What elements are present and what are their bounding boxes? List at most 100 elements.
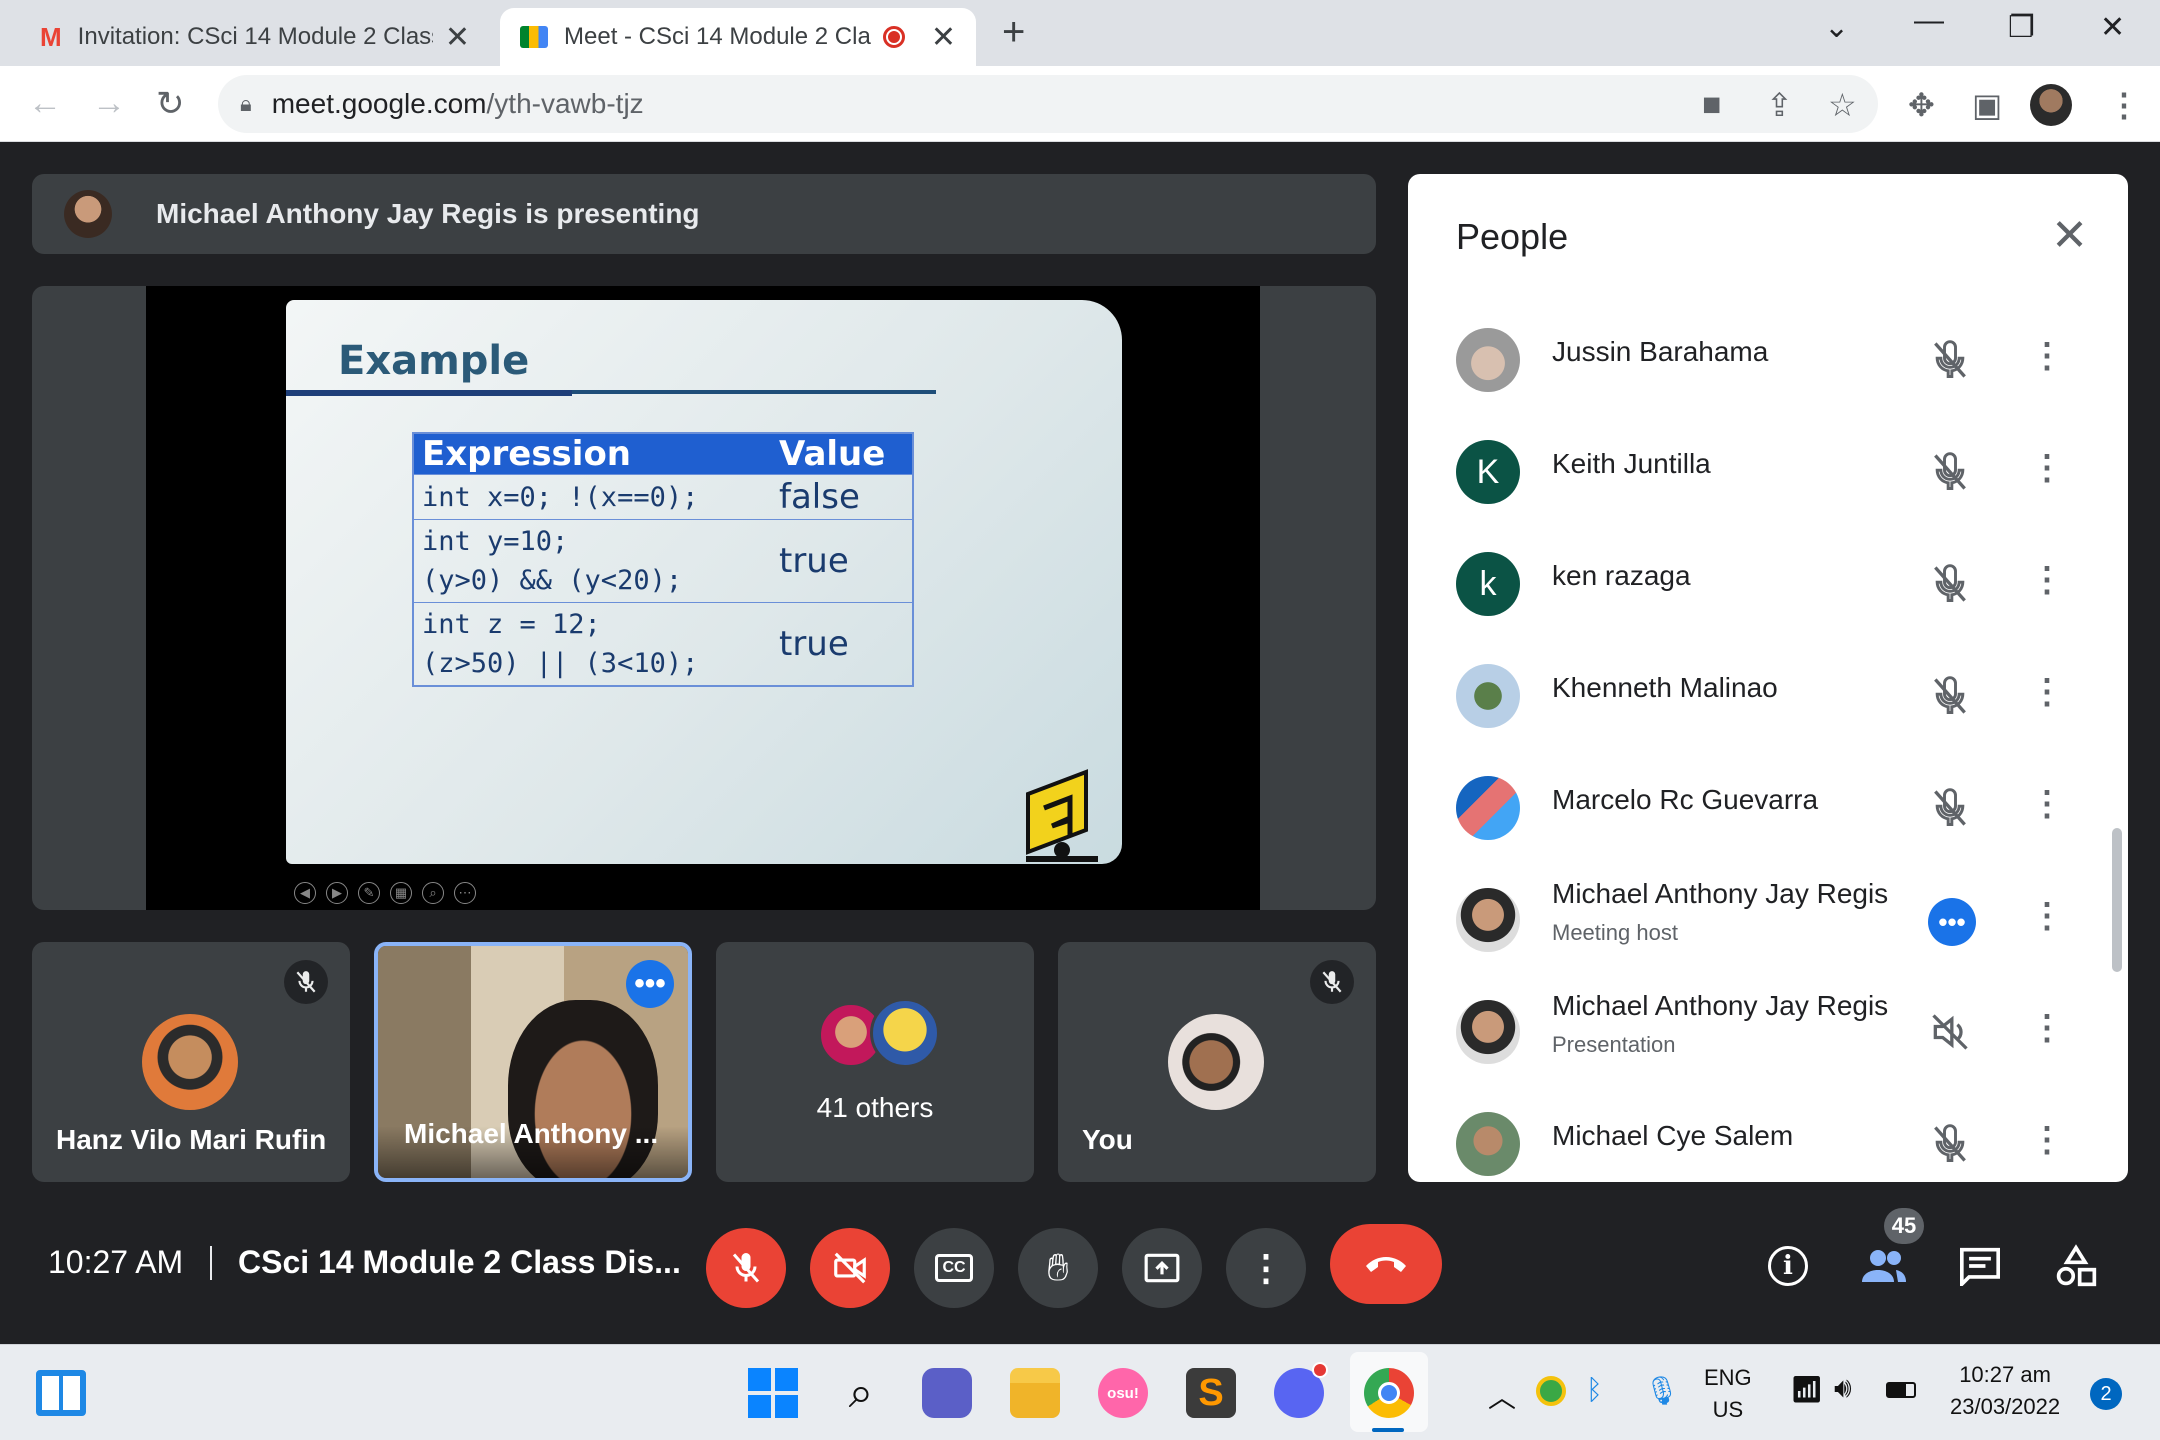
participant-row[interactable]: Jussin Barahama ⋮ [1448,304,2088,416]
more-options-icon[interactable]: ⋮ [2030,1006,2064,1050]
minimize-icon[interactable]: — [1914,4,1944,38]
more-options-icon[interactable]: ⋮ [2030,1118,2064,1162]
captions-button[interactable]: CC [914,1228,994,1308]
close-icon[interactable]: ✕ [2051,210,2088,261]
others-count: 41 others [816,1092,934,1123]
present-now-button[interactable] [1122,1228,1202,1308]
more-options-button[interactable]: ⋮ [1226,1228,1306,1308]
close-tab-icon[interactable]: ✕ [931,20,956,55]
mic-off-icon[interactable] [1928,1122,1972,1166]
chrome-menu-icon[interactable]: ⋮ [2108,86,2140,124]
language-code: ENG [1704,1365,1752,1390]
notification-badge[interactable]: 2 [2090,1378,2122,1410]
mic-toggle-button[interactable] [706,1228,786,1308]
participant-row[interactable]: Marcelo Rc Guevarra ⋮ [1448,752,2088,864]
widgets-icon[interactable] [36,1370,86,1416]
others-tile[interactable]: 41 others [716,942,1034,1182]
start-button[interactable] [748,1368,798,1418]
participant-row[interactable]: Michael Anthony Jay Regis Meeting host •••… [1448,864,2088,976]
zoom-icon[interactable]: ⌕ [422,882,444,904]
raise-hand-button[interactable]: ✋︎ [1018,1228,1098,1308]
more-options-icon[interactable]: ⋮ [2030,446,2064,490]
participant-tile[interactable]: Hanz Vilo Mari Rufin [32,942,350,1182]
teams-chat-icon[interactable] [922,1368,972,1418]
more-options-icon[interactable]: ⋮ [2030,334,2064,378]
previous-slide-icon[interactable]: ◀ [294,882,316,904]
mic-off-icon[interactable] [1928,786,1972,830]
bookmark-star-icon[interactable]: ☆ [1828,86,1857,124]
omnibox[interactable]: 🔒︎ meet.google.com/yth-vawb-tjz [218,75,1878,133]
camera-off-icon [834,1252,866,1284]
participant-row[interactable]: k ken razaga ⋮ [1448,528,2088,640]
column-header: Value [771,433,913,475]
more-options-icon[interactable]: ⋯ [454,882,476,904]
more-options-icon[interactable]: ⋮ [2030,670,2064,714]
tray-overflow-icon[interactable]: ︿ [1488,1376,1516,1416]
more-vert-icon: ⋮ [1248,1247,1284,1288]
file-explorer-icon[interactable] [1010,1368,1060,1418]
tab-search-icon[interactable]: ⌄ [1824,10,1849,45]
sublime-text-icon[interactable]: S [1186,1368,1236,1418]
participant-row[interactable]: Michael Cye Salem ⋮ [1448,1088,2088,1182]
participant-tile-active-speaker[interactable]: ••• Michael Anthony ... [374,942,692,1182]
back-icon[interactable]: ← [28,84,62,123]
leave-call-button[interactable] [1330,1224,1442,1304]
activities-icon [2056,1244,2097,1287]
participant-row[interactable]: Khenneth Malinao ⋮ [1448,640,2088,752]
tab-gmail-invitation[interactable]: M Invitation: CSci 14 Module 2 Class ✕ [20,8,490,66]
scrollbar[interactable] [2112,828,2122,972]
more-options-icon[interactable]: ⋮ [2030,782,2064,826]
system-clock[interactable]: 10:27 am 23/03/2022 [1950,1362,2060,1420]
battery-icon[interactable] [1886,1382,1916,1398]
close-tab-icon[interactable]: ✕ [445,20,470,55]
mic-off-icon[interactable] [1928,338,1972,382]
self-tile[interactable]: You [1058,942,1376,1182]
volume-off-icon[interactable] [1928,1010,1972,1054]
presenting-text: Michael Anthony Jay Regis is presenting [156,198,700,229]
camera-toggle-button[interactable] [810,1228,890,1308]
mic-off-icon[interactable] [1928,674,1972,718]
microphone-icon[interactable]: 🎙︎ [1644,1374,1680,1407]
profile-avatar[interactable] [2030,84,2072,126]
expression-cell: int x=0; !(x==0); [413,474,771,520]
camera-permission-icon[interactable]: ■ [1702,86,1721,123]
speaking-indicator-icon[interactable]: ••• [1928,898,1976,946]
bluetooth-icon[interactable]: ᛒ [1586,1374,1603,1406]
participant-row[interactable]: Michael Anthony Jay Regis Presentation ⋮ [1448,976,2088,1088]
activities-button[interactable] [2048,1238,2104,1294]
pen-icon[interactable]: ✎ [358,882,380,904]
avatar: k [1456,552,1520,616]
avatar [1456,664,1520,728]
value-cell: false [771,474,913,520]
people-button[interactable] [1856,1238,1912,1294]
chat-button[interactable] [1952,1238,2008,1294]
app-tray-icon[interactable] [1536,1376,1566,1406]
participant-role: Meeting host [1552,920,1678,945]
forward-icon[interactable]: → [92,84,126,123]
new-tab-icon[interactable]: + [1002,10,1025,55]
extensions-icon[interactable]: ✥ [1908,86,1935,124]
table-row: int y=10; (y>0) && (y<20); true [413,519,913,603]
volume-icon[interactable]: 🔊︎ [1834,1372,1852,1405]
presenting-banner: Michael Anthony Jay Regis is presenting [32,174,1376,254]
more-options-icon[interactable]: ⋮ [2030,558,2064,602]
input-language[interactable]: ENG US [1704,1362,1752,1426]
mic-off-icon[interactable] [1928,450,1972,494]
reload-icon[interactable]: ↻ [156,84,185,124]
close-window-icon[interactable]: ✕ [2100,10,2125,45]
search-icon[interactable]: ⌕ [836,1368,886,1418]
meeting-details-button[interactable]: i [1760,1238,1816,1294]
more-options-icon[interactable]: ⋮ [2030,894,2064,938]
tab-meet[interactable]: Meet - CSci 14 Module 2 Cla ✕ [500,8,976,66]
restore-icon[interactable]: ❐ [2008,10,2035,45]
mic-off-icon[interactable] [1928,562,1972,606]
wifi-icon[interactable]: 📶︎ [1790,1374,1823,1405]
share-icon[interactable]: ⇪ [1766,86,1793,124]
divider [210,1246,212,1280]
side-panel-icon[interactable]: ▣ [1972,86,2002,124]
slides-grid-icon[interactable]: ▦ [390,882,412,904]
present-icon [1144,1253,1180,1283]
participant-row[interactable]: K Keith Juntilla ⋮ [1448,416,2088,528]
osu-icon[interactable]: osu! [1098,1368,1148,1418]
next-slide-icon[interactable]: ▶ [326,882,348,904]
